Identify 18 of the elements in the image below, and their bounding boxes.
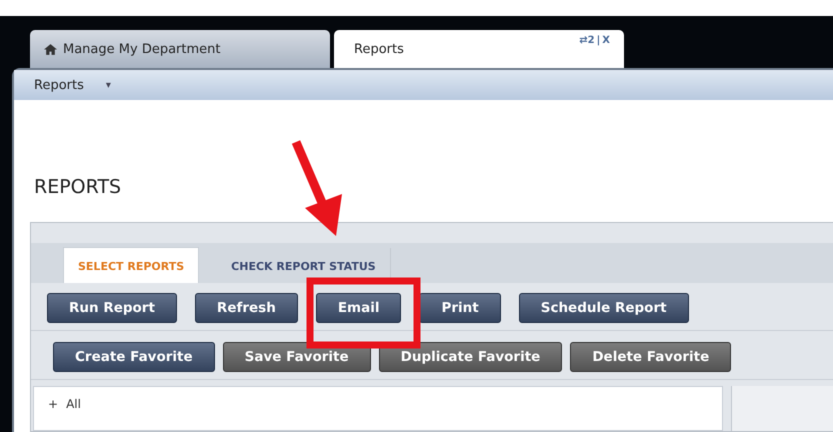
page-title: REPORTS: [34, 176, 122, 198]
action-button[interactable]: Email: [316, 293, 402, 323]
caret-icon[interactable]: ▾: [106, 80, 111, 90]
tab-control[interactable]: X: [602, 35, 610, 46]
action-button[interactable]: Refresh: [194, 293, 298, 323]
reports-menu[interactable]: Reports: [34, 78, 84, 92]
subtab[interactable]: CHECK REPORT STATUS: [217, 248, 391, 283]
tab-control[interactable]: ⇄2: [579, 35, 595, 46]
tab-control[interactable]: |: [596, 35, 600, 46]
action-button[interactable]: Print: [419, 293, 501, 323]
tree-item[interactable]: All: [66, 397, 81, 411]
tab[interactable]: Manage My Department: [30, 30, 330, 68]
expand-toggle[interactable]: +: [48, 397, 58, 411]
action-button[interactable]: Run Report: [47, 293, 177, 323]
home-icon: [44, 42, 57, 56]
action-button[interactable]: Create Favorite: [53, 342, 215, 372]
tab[interactable]: Reports ⇄2 | X: [334, 30, 624, 68]
action-button[interactable]: Schedule Report: [518, 293, 689, 323]
